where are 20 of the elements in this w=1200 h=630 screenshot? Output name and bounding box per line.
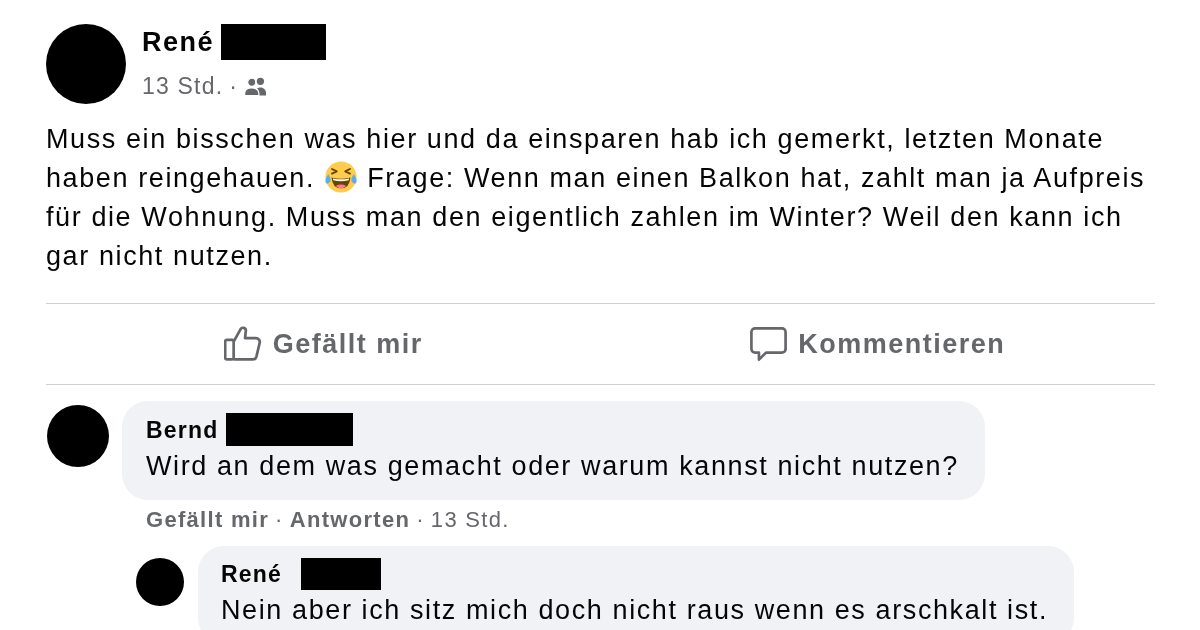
- comment-button[interactable]: Kommentieren: [750, 326, 1006, 362]
- separator: ·: [275, 506, 284, 534]
- comment-action-link[interactable]: Gefällt mir: [146, 506, 270, 534]
- laughing-face-icon: [324, 160, 359, 194]
- post-time: 13 Std.: [142, 72, 224, 100]
- separator: ·: [229, 72, 239, 100]
- author-name[interactable]: René: [142, 24, 215, 60]
- commenter-name[interactable]: Bernd: [146, 414, 219, 445]
- avatar[interactable]: [136, 558, 184, 606]
- like-button[interactable]: Gefällt mir: [223, 326, 423, 362]
- comment-action-link[interactable]: Antworten: [289, 506, 411, 534]
- separator: ·: [416, 506, 425, 534]
- thumbs-up-icon: [223, 326, 262, 362]
- comment-time: 13 Std.: [430, 506, 510, 534]
- commenter-name[interactable]: René: [221, 559, 283, 589]
- comment-text: Nein aber ich sitz mich doch nicht raus wenn es arschkalt ist.: [221, 594, 1048, 627]
- people-icon: [244, 76, 267, 96]
- speech-bubble-icon: [750, 327, 788, 361]
- comment-text: Wird an dem was gemacht oder warum kannst nicht nutzen?: [146, 450, 959, 483]
- post-text: Muss ein bisschen was hier und da einsparen hab ich gemerkt, letzten Monate haben reingehauen. Frage: Wenn man einen Balkon hat, zahlt man ja Aufpreis für die Wohnung. Muss man den eigentlich zahlen im Winter? Weil den kann ich gar nicht nutzen.: [46, 123, 1147, 273]
